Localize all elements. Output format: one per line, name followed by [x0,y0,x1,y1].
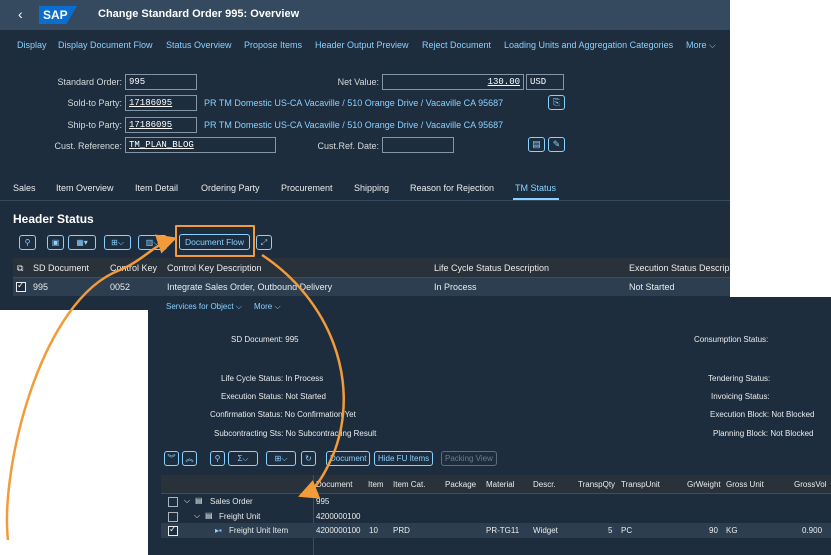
arrow-to-sales-order [261,253,345,499]
arrow-to-document-flow [5,234,178,541]
annotation-arrows [5,234,345,541]
